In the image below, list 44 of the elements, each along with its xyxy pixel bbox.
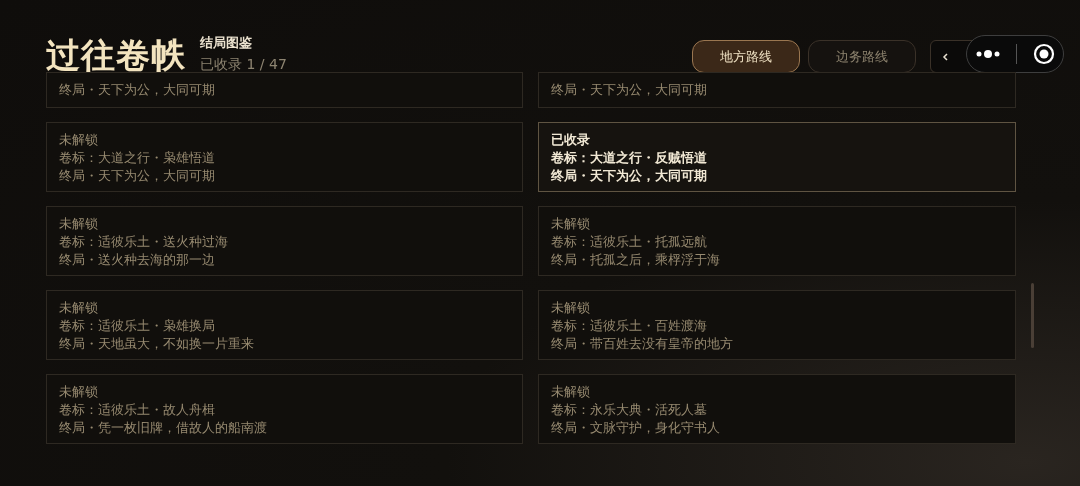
ending-label: 终局・文脉守护，身化守书人 [551, 419, 721, 437]
ending-card[interactable]: 未解锁 卷标：适彼乐土・托孤远航 终局・托孤之后，乘桴浮于海 [538, 206, 1016, 276]
scrollbar [1031, 283, 1034, 348]
route-tab[interactable]: 地方路线 [692, 40, 800, 73]
volume-label: 卷标：适彼乐土・故人舟楫 [59, 401, 216, 419]
status-label: 未解锁 [551, 383, 591, 401]
more-icon[interactable] [974, 49, 1001, 59]
volume-label: 卷标：大道之行・反贼悟道 [551, 149, 708, 167]
progress-count: 已收录 1 / 47 [200, 56, 287, 74]
status-label: 未解锁 [59, 299, 99, 317]
volume-label: 卷标：永乐大典・活死人墓 [551, 401, 708, 419]
ending-label: 终局・天下为公，大同可期 [59, 167, 216, 185]
ending-label: 终局・送火种去海的那一边 [59, 251, 216, 269]
volume-label: 卷标：适彼乐土・枭雄换局 [59, 317, 216, 335]
ending-card[interactable]: 未解锁 卷标：适彼乐土・百姓渡海 终局・带百姓去没有皇帝的地方 [538, 290, 1016, 360]
ending-card[interactable]: 未解锁 卷标：大道之行・枭雄悟道 终局・天下为公，大同可期 [46, 122, 523, 192]
status-label: 未解锁 [551, 215, 591, 233]
subtitle: 结局图鉴 [200, 34, 253, 52]
ending-label: 终局・天地虽大，不如换一片重来 [59, 335, 255, 353]
volume-label: 卷标：适彼乐土・送火种过海 [59, 233, 229, 251]
status-label: 未解锁 [59, 215, 99, 233]
ending-label: 终局・天下为公，大同可期 [551, 167, 708, 185]
ending-card[interactable]: 未解锁 卷标：永乐大典・活死人墓 终局・文脉守护，身化守书人 [538, 374, 1016, 444]
ending-card[interactable]: 终局・天下为公，大同可期 [46, 72, 523, 108]
ending-card[interactable]: 未解锁 卷标：适彼乐土・送火种过海 终局・送火种去海的那一边 [46, 206, 523, 276]
status-label: 已收录 [551, 131, 591, 149]
volume-label: 卷标：大道之行・枭雄悟道 [59, 149, 216, 167]
status-label: 未解锁 [551, 299, 591, 317]
ending-card[interactable]: 未解锁 卷标：适彼乐土・枭雄换局 终局・天地虽大，不如换一片重来 [46, 290, 523, 360]
ending-card[interactable]: 未解锁 卷标：适彼乐土・故人舟楫 终局・凭一枚旧牌，借故人的船南渡 [46, 374, 523, 444]
ending-label: 终局・凭一枚旧牌，借故人的船南渡 [59, 419, 268, 437]
status-label: 未解锁 [59, 131, 99, 149]
ending-label: 终局・天下为公，大同可期 [59, 81, 216, 99]
chevron-left-icon [941, 51, 951, 62]
volume-label: 卷标：适彼乐土・托孤远航 [551, 233, 708, 251]
volume-label: 卷标：适彼乐土・百姓渡海 [551, 317, 708, 335]
ending-card[interactable]: 终局・天下为公，大同可期 [538, 72, 1016, 108]
ending-label: 终局・天下为公，大同可期 [551, 81, 708, 99]
ending-card[interactable]: 已收录 卷标：大道之行・反贼悟道 终局・天下为公，大同可期 [538, 122, 1016, 192]
status-label: 未解锁 [59, 383, 99, 401]
ending-label: 终局・带百姓去没有皇帝的地方 [551, 335, 734, 353]
route-tab[interactable]: 边务路线 [808, 40, 916, 73]
close-icon[interactable] [1033, 43, 1056, 65]
ending-label: 终局・托孤之后，乘桴浮于海 [551, 251, 721, 269]
